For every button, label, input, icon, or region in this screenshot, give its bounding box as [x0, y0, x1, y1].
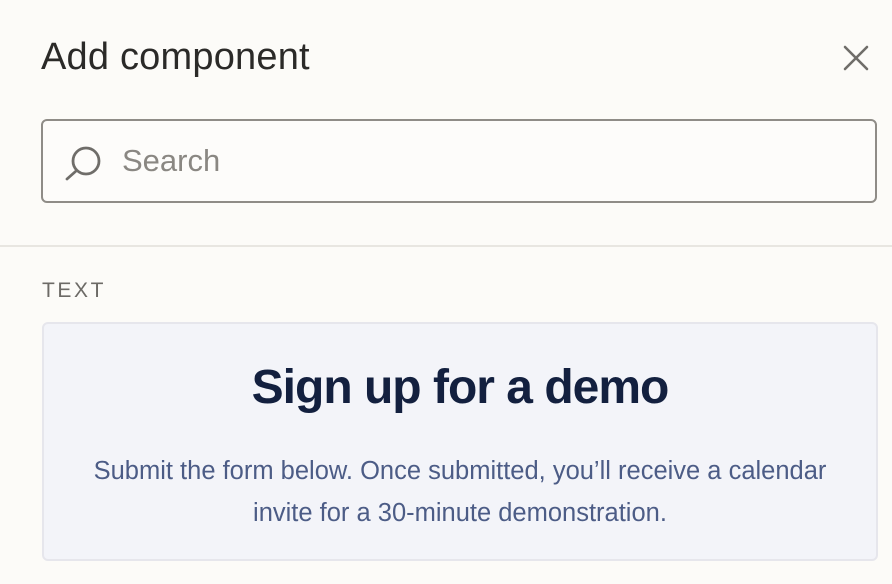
close-button[interactable]	[840, 42, 872, 74]
card-heading: Sign up for a demo	[251, 361, 670, 414]
card-body-text: Submit the form below. Once submitted, y…	[93, 457, 827, 527]
add-component-panel: Add component TEXT Sign up for a demo Su…	[0, 0, 892, 584]
panel-header: Add component	[41, 32, 872, 84]
section-label-text: TEXT	[42, 279, 107, 302]
panel-title: Add component	[41, 36, 310, 78]
component-card-sign-up-demo[interactable]: Sign up for a demo Submit the form below…	[42, 322, 878, 561]
close-icon	[843, 45, 869, 71]
search-input[interactable]	[122, 121, 863, 201]
header-divider	[0, 245, 892, 247]
search-icon	[65, 146, 101, 181]
search-field[interactable]	[41, 119, 877, 203]
